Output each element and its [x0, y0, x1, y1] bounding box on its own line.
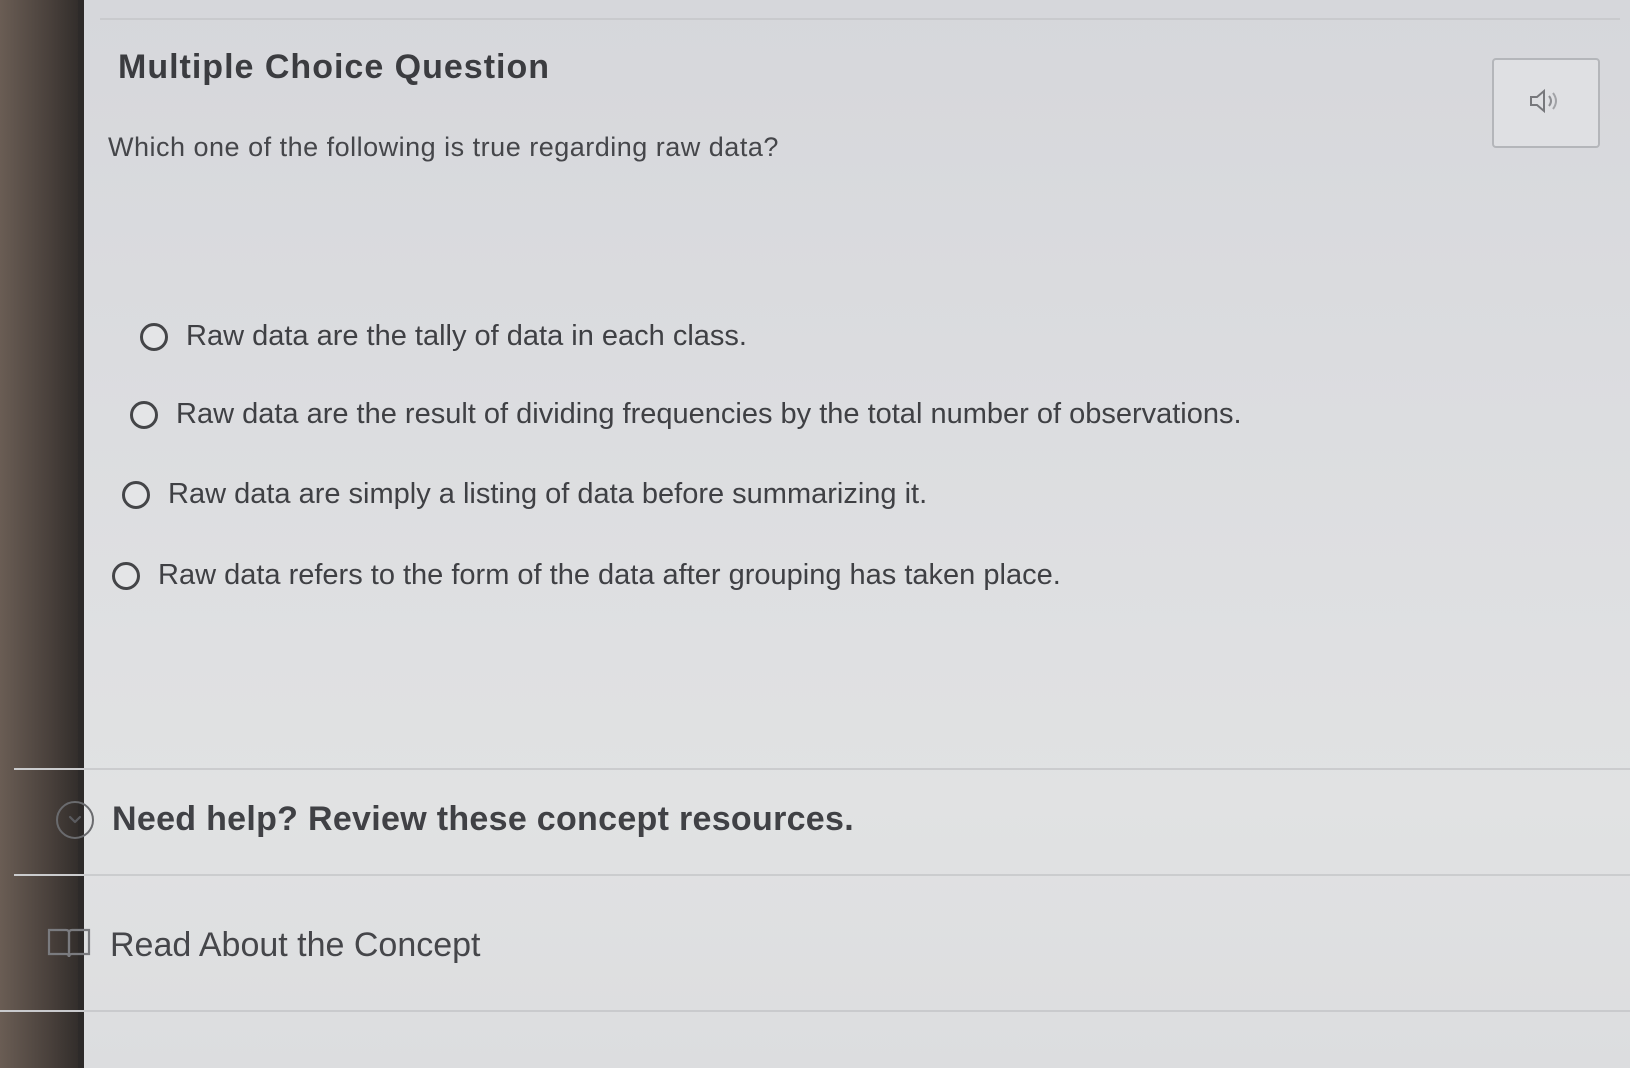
answer-option-label: Raw data are the result of dividing freq…: [176, 398, 1242, 430]
footer-divider: [0, 1010, 1630, 1012]
answer-option-3[interactable]: Raw data are simply a listing of data be…: [122, 478, 927, 511]
book-icon: [46, 925, 92, 966]
answer-option-label: Raw data refers to the form of the data …: [158, 559, 1061, 591]
chevron-down-icon[interactable]: [56, 800, 94, 839]
read-aloud-button[interactable]: [1492, 58, 1600, 148]
radio-button[interactable]: [140, 322, 168, 351]
concept-resources-toggle[interactable]: Need help? Review these concept resource…: [56, 800, 854, 839]
radio-button[interactable]: [130, 400, 158, 429]
radio-button[interactable]: [122, 480, 150, 509]
question-prompt: Which one of the following is true regar…: [108, 132, 779, 162]
read-about-concept-label: Read About the Concept: [110, 926, 481, 964]
question-type-title: Multiple Choice Question: [118, 48, 551, 86]
radio-button[interactable]: [112, 561, 140, 590]
device-bezel: [0, 0, 88, 1068]
answer-option-4[interactable]: Raw data refers to the form of the data …: [112, 559, 1061, 592]
answer-option-2[interactable]: Raw data are the result of dividing freq…: [130, 398, 1242, 431]
answer-option-1[interactable]: Raw data are the tally of data in each c…: [140, 320, 747, 353]
answer-option-label: Raw data are simply a listing of data be…: [168, 478, 928, 510]
speaker-icon: [1528, 87, 1564, 120]
answer-option-label: Raw data are the tally of data in each c…: [186, 320, 747, 352]
concept-resources-label: Need help? Review these concept resource…: [112, 800, 854, 838]
header-divider: [100, 18, 1620, 20]
read-about-concept-link[interactable]: Read About the Concept: [46, 925, 481, 966]
